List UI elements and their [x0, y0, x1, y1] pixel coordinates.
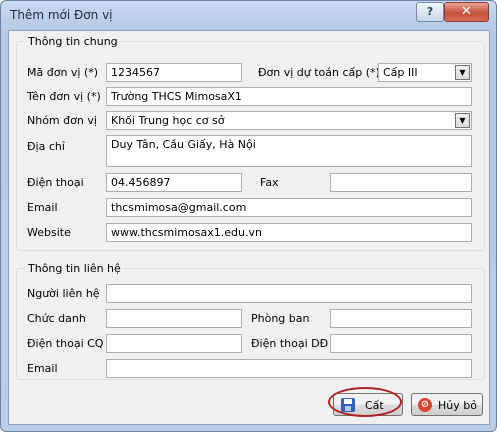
chevron-down-icon[interactable]: ▼	[455, 65, 470, 80]
phong-ban-label: Phòng ban	[251, 312, 310, 325]
nguoi-lien-he-field[interactable]	[106, 284, 472, 303]
website-field[interactable]: www.thcsmimosax1.edu.vn	[106, 223, 472, 242]
dien-thoai-label: Điện thoại	[27, 176, 84, 189]
contact-info-title: Thông tin liên hệ	[25, 262, 124, 275]
highlight-ellipse	[328, 387, 402, 417]
email-field[interactable]: thcsmimosa@gmail.com	[106, 198, 472, 217]
nhom-don-vi-label: Nhóm đơn vị	[27, 114, 97, 127]
title-bar[interactable]: Thêm mới Đơn vị ? ✕	[1, 1, 496, 29]
ten-don-vi-label: Tên đơn vị (*)	[27, 90, 101, 103]
phong-ban-field[interactable]	[330, 309, 472, 328]
dialog-window: Thêm mới Đơn vị ? ✕ Thông tin chung Mã đ…	[0, 0, 497, 432]
dien-thoai-cq-field[interactable]	[106, 334, 242, 353]
dien-thoai-dd-field[interactable]	[330, 334, 472, 353]
help-button[interactable]: ?	[416, 2, 444, 22]
fax-field[interactable]	[330, 173, 472, 192]
dien-thoai-dd-label: Điện thoại DĐ	[251, 337, 329, 350]
window-title: Thêm mới Đơn vị	[10, 8, 113, 22]
don-vi-du-toan-label: Đơn vị dự toán cấp (*)	[258, 66, 380, 79]
nguoi-lien-he-label: Người liên hệ	[27, 287, 100, 300]
contact-email-label: Email	[27, 362, 58, 375]
dien-thoai-field[interactable]: 04.456897	[106, 173, 242, 192]
dia-chi-label: Địa chỉ	[27, 140, 65, 153]
ma-don-vi-field[interactable]: 1234567	[106, 63, 242, 82]
nhom-don-vi-select[interactable]: Khối Trung học cơ sở ▼	[106, 111, 472, 130]
ten-don-vi-field[interactable]: Trường THCS MimosaX1	[106, 87, 472, 106]
dien-thoai-cq-label: Điện thoại CQ	[27, 337, 104, 350]
cancel-button-label: Hủy bỏ	[438, 399, 477, 412]
chuc-danh-field[interactable]	[106, 309, 242, 328]
ma-don-vi-label: Mã đơn vị (*)	[27, 66, 99, 79]
don-vi-du-toan-select[interactable]: Cấp III ▼	[378, 63, 472, 82]
chuc-danh-label: Chức danh	[27, 312, 86, 325]
contact-email-field[interactable]	[106, 359, 472, 378]
don-vi-du-toan-value: Cấp III	[383, 66, 418, 79]
dialog-body: Thông tin chung Mã đơn vị (*) 1234567 Đơ…	[8, 30, 490, 425]
email-label: Email	[27, 201, 58, 214]
cancel-icon: ⊘	[418, 398, 432, 412]
chevron-down-icon[interactable]: ▼	[455, 113, 470, 128]
cancel-button[interactable]: ⊘ Hủy bỏ	[411, 393, 483, 416]
general-info-title: Thông tin chung	[25, 35, 121, 48]
website-label: Website	[27, 226, 71, 239]
dia-chi-field[interactable]: Duy Tân, Cầu Giấy, Hà Nội	[106, 135, 472, 167]
nhom-don-vi-value: Khối Trung học cơ sở	[111, 114, 225, 127]
close-button[interactable]: ✕	[444, 2, 489, 22]
fax-label: Fax	[260, 176, 279, 189]
